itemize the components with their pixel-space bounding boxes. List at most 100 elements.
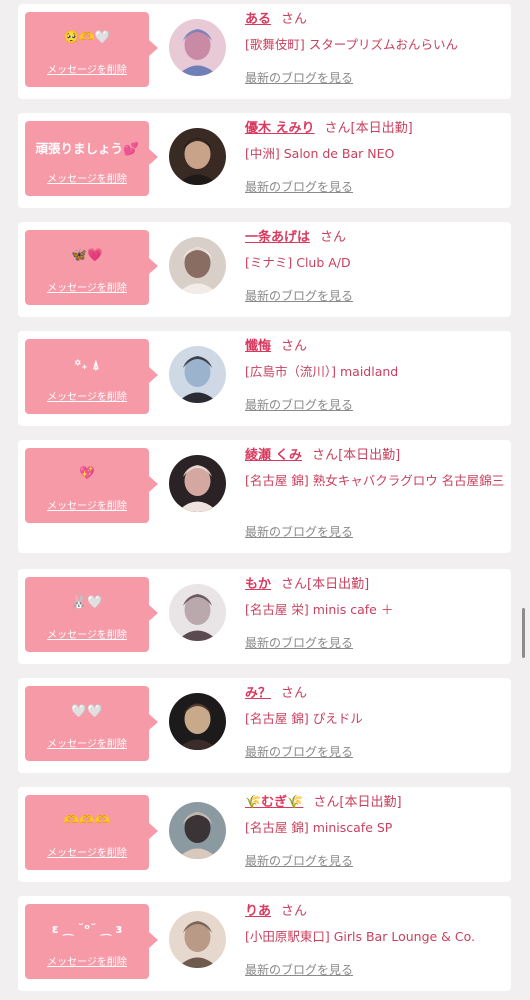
avatar[interactable]: [169, 128, 226, 185]
honorific: さん: [281, 577, 308, 592]
message-text: 🫶🫶🫶: [63, 812, 111, 827]
latest-blog-link[interactable]: 最新のブログを見る: [245, 287, 353, 304]
cast-name-link[interactable]: もか: [245, 577, 271, 592]
shop-name: [名古屋 栄] minis cafe ＋: [245, 602, 394, 617]
latest-blog-link[interactable]: 最新のブログを見る: [245, 178, 353, 195]
honorific: さん: [281, 686, 308, 701]
message-card: ε ⁔ ˘ᵒ˘ ⁔ ɜ メッセージを削除 りあ さん [小田原駅東口] Girls…: [18, 896, 511, 991]
shop-name: [名古屋 錦] miniscafe SP: [245, 820, 393, 835]
message-card: 🐰🤍 メッセージを削除 もか さん[本日出勤] [名古屋 栄] minis caf…: [18, 569, 511, 664]
avatar[interactable]: [169, 455, 226, 512]
avatar[interactable]: [169, 237, 226, 294]
avatar-image: [169, 584, 226, 641]
avatar-image: [169, 346, 226, 403]
cast-info: 🌾むぎ🌾 さん[本日出勤] [名古屋 錦] miniscafe SP: [245, 794, 507, 837]
latest-blog-link[interactable]: 最新のブログを見る: [245, 523, 353, 540]
cast-info: 懺悔 さん [広島市（流川）] maidland: [245, 338, 507, 381]
shop-name: [ミナミ] Club A/D: [245, 255, 351, 270]
name-line: 🌾むぎ🌾 さん[本日出勤]: [245, 794, 507, 812]
cast-info: み？ さん [名古屋 錦] ぴえドル: [245, 685, 507, 728]
avatar[interactable]: [169, 693, 226, 750]
honorific: さん: [312, 448, 339, 463]
avatar[interactable]: [169, 802, 226, 859]
latest-blog-link[interactable]: 最新のブログを見る: [245, 69, 353, 86]
shop-name: [広島市（流川）] maidland: [245, 364, 399, 379]
message-text: 🐰🤍: [71, 594, 103, 609]
latest-blog-link[interactable]: 最新のブログを見る: [245, 396, 353, 413]
delete-message-link[interactable]: メッセージを削除: [25, 61, 149, 76]
delete-message-link[interactable]: メッセージを削除: [25, 279, 149, 294]
message-card: 🤍🤍 メッセージを削除 み？ さん [名古屋 錦] ぴえドル 最新のブログを見る: [18, 678, 511, 773]
cast-info: もか さん[本日出勤] [名古屋 栄] minis cafe ＋: [245, 576, 507, 619]
cast-info: 綾瀬 くみ さん[本日出勤] [名古屋 錦] 熟女キャバクラグロウ 名古屋錦三: [245, 447, 507, 490]
cast-name-link[interactable]: 懺悔: [245, 339, 271, 354]
message-card: 💖 メッセージを削除 綾瀬 くみ さん[本日出勤] [名古屋 錦] 熟女キャバクラ…: [18, 440, 511, 553]
name-line: 優木 えみり さん[本日出勤]: [245, 120, 507, 138]
cast-name-link[interactable]: 優木 えみり: [245, 121, 315, 136]
honorific: さん: [281, 339, 308, 354]
message-card: ꙳₊ ⍋ メッセージを削除 懺悔 さん [広島市（流川）] maidland 最新…: [18, 331, 511, 426]
cast-name-link[interactable]: 一条あげは: [245, 230, 310, 245]
honorific: さん: [281, 12, 308, 27]
avatar-image: [169, 455, 226, 512]
latest-blog-link[interactable]: 最新のブログを見る: [245, 852, 353, 869]
message-bubble: 🫶🫶🫶 メッセージを削除: [25, 795, 158, 870]
avatar[interactable]: [169, 19, 226, 76]
message-bubble: ε ⁔ ˘ᵒ˘ ⁔ ɜ メッセージを削除: [25, 904, 158, 979]
honorific: さん: [313, 795, 340, 810]
message-card: 🦋💗 メッセージを削除 一条あげは さん [ミナミ] Club A/D 最新のブロ…: [18, 222, 511, 317]
name-line: 一条あげは さん: [245, 229, 507, 247]
shop-name: [歌舞伎町] スタープリズムおんらいん: [245, 37, 458, 52]
shop-name: [名古屋 錦] 熟女キャバクラグロウ 名古屋錦三: [245, 473, 505, 488]
delete-message-link[interactable]: メッセージを削除: [25, 626, 149, 641]
message-bubble: 💖 メッセージを削除: [25, 448, 158, 523]
avatar[interactable]: [169, 911, 226, 968]
scrollbar[interactable]: [522, 608, 525, 658]
cast-name-link[interactable]: み？: [245, 686, 271, 701]
cast-name-link[interactable]: 綾瀬 くみ: [245, 448, 302, 463]
message-bubble: 🦋💗 メッセージを削除: [25, 230, 158, 305]
avatar-image: [169, 128, 226, 185]
message-bubble: ꙳₊ ⍋ メッセージを削除: [25, 339, 158, 414]
cast-name-link[interactable]: ある: [245, 12, 271, 27]
honorific: さん: [281, 904, 308, 919]
cast-info: 一条あげは さん [ミナミ] Club A/D: [245, 229, 507, 272]
cast-name-link[interactable]: 🌾むぎ🌾: [245, 795, 303, 810]
cast-name-link[interactable]: りあ: [245, 904, 271, 919]
avatar-image: [169, 911, 226, 968]
latest-blog-link[interactable]: 最新のブログを見る: [245, 743, 353, 760]
avatar[interactable]: [169, 584, 226, 641]
shop-name: [中洲] Salon de Bar NEO: [245, 146, 395, 161]
message-bubble: 🐰🤍 メッセージを削除: [25, 577, 158, 652]
message-text: 🥺🫶🤍: [63, 29, 111, 44]
shop-name: [小田原駅東口] Girls Bar Lounge & Co.: [245, 929, 476, 944]
message-text: 💖: [79, 465, 95, 480]
latest-blog-link[interactable]: 最新のブログを見る: [245, 634, 353, 651]
name-line: ある さん: [245, 11, 507, 29]
message-text: ꙳₊ ⍋: [74, 357, 100, 372]
delete-message-link[interactable]: メッセージを削除: [25, 844, 149, 859]
message-bubble: 🤍🤍 メッセージを削除: [25, 686, 158, 761]
delete-message-link[interactable]: メッセージを削除: [25, 497, 149, 512]
delete-message-link[interactable]: メッセージを削除: [25, 953, 149, 968]
avatar[interactable]: [169, 346, 226, 403]
message-card: 頑張りましょう💕 メッセージを削除 優木 えみり さん[本日出勤] [中洲] Sa…: [18, 113, 511, 208]
shop-name: [名古屋 錦] ぴえドル: [245, 711, 363, 726]
status-badge: [本日出勤]: [350, 121, 413, 136]
message-bubble: 🥺🫶🤍 メッセージを削除: [25, 12, 158, 87]
message-text: 🤍🤍: [71, 703, 103, 718]
name-line: りあ さん: [245, 903, 507, 921]
delete-message-link[interactable]: メッセージを削除: [25, 170, 149, 185]
avatar-image: [169, 693, 226, 750]
message-text: ε ⁔ ˘ᵒ˘ ⁔ ɜ: [51, 921, 123, 936]
message-text: 🦋💗: [71, 247, 103, 262]
status-badge: [本日出勤]: [338, 448, 401, 463]
name-line: もか さん[本日出勤]: [245, 576, 507, 594]
latest-blog-link[interactable]: 最新のブログを見る: [245, 961, 353, 978]
message-bubble: 頑張りましょう💕 メッセージを削除: [25, 121, 158, 196]
avatar-image: [169, 237, 226, 294]
delete-message-link[interactable]: メッセージを削除: [25, 735, 149, 750]
delete-message-link[interactable]: メッセージを削除: [25, 388, 149, 403]
message-text: 頑張りましょう💕: [35, 141, 139, 156]
cast-info: りあ さん [小田原駅東口] Girls Bar Lounge & Co.: [245, 903, 507, 946]
